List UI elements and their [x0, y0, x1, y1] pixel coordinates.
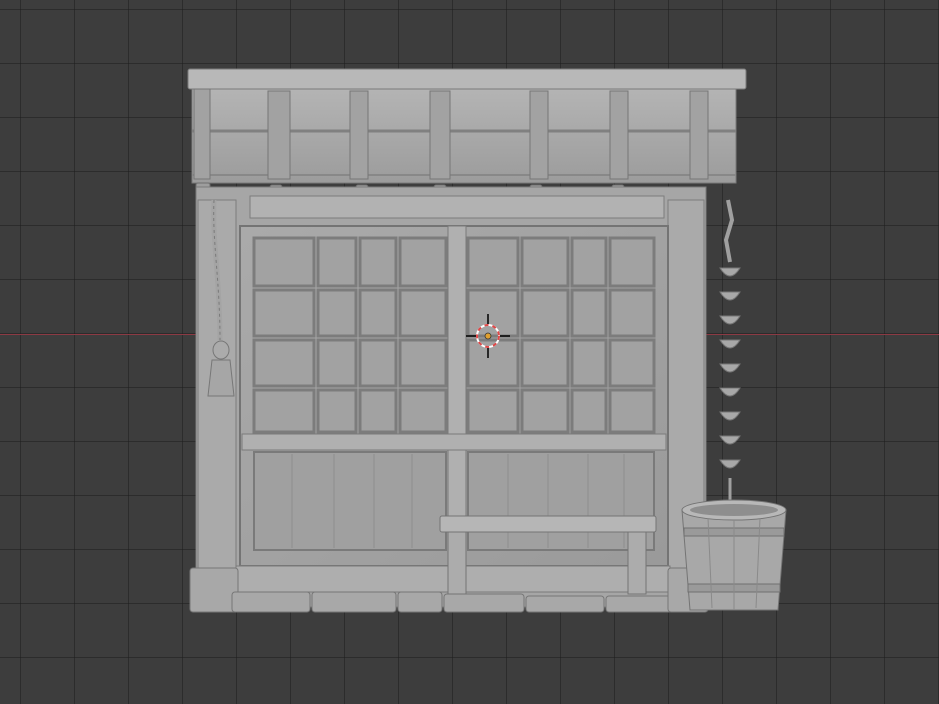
rain-chain — [719, 199, 741, 500]
bench-top — [439, 515, 657, 533]
center-door-post — [447, 225, 467, 567]
3d-viewport[interactable] — [0, 0, 939, 704]
3d-cursor-icon[interactable] — [466, 314, 510, 358]
bench-leg-right — [627, 531, 647, 595]
bench-leg-left — [447, 531, 467, 595]
door-mid-rail — [241, 433, 667, 451]
left-door-lattice — [252, 236, 448, 434]
bucket — [681, 499, 787, 611]
roof-top-plank — [187, 68, 747, 90]
lintel — [249, 195, 665, 219]
